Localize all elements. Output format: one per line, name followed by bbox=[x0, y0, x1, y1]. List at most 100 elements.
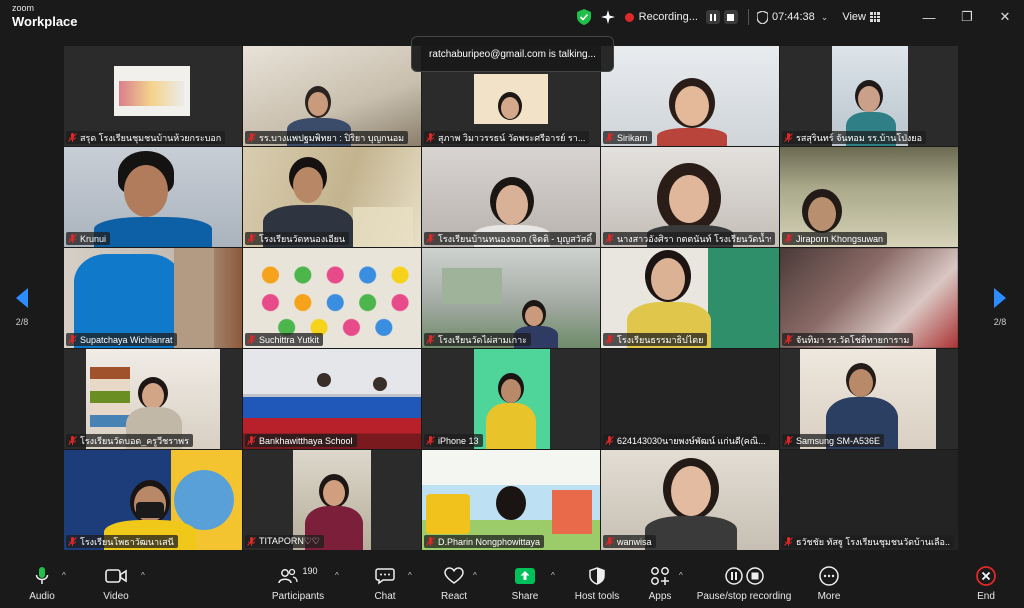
title-bar: zoom Workplace Recording... 07:44:38 ⌄ V… bbox=[0, 0, 1024, 34]
participant-tile[interactable]: รสสุรินทร์ จันทอม รร.บ้านโป่งยอ bbox=[780, 46, 958, 146]
meeting-toolbar: Audio ^ Video ^ 190 Participants ^ Chat … bbox=[0, 561, 1024, 608]
video-options-chevron-icon[interactable]: ^ bbox=[141, 571, 145, 580]
microphone-icon bbox=[35, 567, 49, 584]
muted-mic-icon bbox=[784, 537, 793, 546]
audio-label: Audio bbox=[29, 591, 55, 602]
arrow-left-icon[interactable] bbox=[16, 288, 28, 308]
participant-tile[interactable]: Sirikarn bbox=[601, 46, 779, 146]
previous-page[interactable]: 2/8 bbox=[8, 288, 36, 327]
muted-mic-icon bbox=[784, 335, 793, 344]
page-indicator-right: 2/8 bbox=[993, 317, 1007, 327]
restore-button[interactable]: ❐ bbox=[948, 0, 986, 34]
participant-tile[interactable]: นางสาวอังศิรา กตตนันท์ โรงเรียนวัดน้ำพุ bbox=[601, 147, 779, 247]
end-label: End bbox=[977, 591, 995, 602]
host-tools-button[interactable]: Host tools bbox=[571, 565, 623, 605]
participant-tile[interactable]: Samsung SM-A536E bbox=[780, 349, 958, 449]
participant-tile[interactable]: โรงเรียนโพธาวัฒนาเสนี bbox=[64, 450, 242, 550]
shield-icon bbox=[756, 10, 768, 24]
end-meeting-button[interactable]: End bbox=[971, 565, 1001, 605]
participant-tile[interactable]: โรงเรียนบ้านหนองจอก (จิตติ - บุญสวัสดิ์) bbox=[422, 147, 600, 247]
participant-name: Samsung SM-A536E bbox=[796, 435, 881, 446]
chat-options-chevron-icon[interactable]: ^ bbox=[408, 571, 412, 580]
participant-tile[interactable]: ธวัชชัย ทัสฐู โรงเรียนชุมชนวัดบ้านเลือ..… bbox=[780, 450, 958, 550]
share-button[interactable]: Share bbox=[509, 565, 541, 605]
react-button[interactable]: React bbox=[438, 565, 470, 605]
close-button[interactable]: ✕ bbox=[986, 0, 1024, 34]
video-button[interactable]: Video bbox=[100, 565, 132, 605]
muted-mic-icon bbox=[247, 537, 256, 546]
participant-tile[interactable]: โรงเรียนวัดหนองเอียน bbox=[243, 147, 421, 247]
participant-tile[interactable]: โรงเรียนธรรมาธิปไตย bbox=[601, 248, 779, 348]
pause-recording-icon bbox=[724, 567, 743, 585]
participant-tile[interactable]: โรงเรียนวัดไผ่สามเกาะ bbox=[422, 248, 600, 348]
participant-tile[interactable]: wanwisa bbox=[601, 450, 779, 550]
more-label: More bbox=[817, 591, 841, 602]
view-button[interactable]: View bbox=[842, 11, 866, 23]
more-ellipsis-icon bbox=[819, 566, 839, 586]
pause-recording-button[interactable] bbox=[705, 10, 720, 24]
next-page[interactable]: 2/8 bbox=[986, 288, 1014, 327]
chat-label: Chat bbox=[374, 591, 396, 602]
participant-tile[interactable]: Suchittra Yutkit bbox=[243, 248, 421, 348]
participant-tile[interactable]: Jiraporn Khongsuwan bbox=[780, 147, 958, 247]
participants-options-chevron-icon[interactable]: ^ bbox=[335, 571, 339, 580]
participant-tile[interactable]: Bankhawitthaya School bbox=[243, 349, 421, 449]
participant-name: โรงเรียนวัดไผ่สามเกาะ bbox=[438, 334, 527, 345]
participant-tile[interactable]: สรุด โรงเรียนชุมชนบ้านห้วยกระบอก bbox=[64, 46, 242, 146]
participant-tile[interactable]: Krunui bbox=[64, 147, 242, 247]
participants-label: Participants bbox=[271, 591, 325, 602]
chat-button[interactable]: Chat bbox=[370, 565, 400, 605]
arrow-right-icon[interactable] bbox=[994, 288, 1006, 308]
participant-tile[interactable]: รร.บางแพปฐมพิทยา : ปิริยา บุญกนอม bbox=[243, 46, 421, 146]
meeting-timer: 07:44:38 bbox=[771, 11, 815, 23]
encryption-shield-icon[interactable] bbox=[576, 9, 591, 25]
audio-options-chevron-icon[interactable]: ^ bbox=[62, 571, 66, 580]
participant-name: สรุด โรงเรียนชุมชนบ้านห้วยกระบอก bbox=[80, 132, 222, 143]
ai-companion-icon[interactable] bbox=[600, 10, 615, 24]
share-options-chevron-icon[interactable]: ^ bbox=[551, 571, 555, 580]
divider bbox=[747, 9, 749, 25]
video-camera-icon bbox=[105, 569, 127, 583]
muted-mic-icon bbox=[426, 436, 435, 445]
participant-tile[interactable]: โรงเรียนวัดบอด_ครูวีชราพร bbox=[64, 349, 242, 449]
muted-mic-icon bbox=[68, 436, 77, 445]
muted-mic-icon bbox=[247, 436, 256, 445]
participant-tile[interactable]: D.Pharin Nongphowittaya bbox=[422, 450, 600, 550]
participant-name: Bankhawitthaya School bbox=[259, 435, 353, 446]
chat-icon bbox=[375, 568, 395, 585]
participant-tile[interactable]: iPhone 13 bbox=[422, 349, 600, 449]
participant-name: โรงเรียนธรรมาธิปไตย bbox=[617, 334, 704, 345]
participants-button[interactable]: 190 Participants bbox=[270, 565, 326, 605]
recording-controls-label: Pause/stop recording bbox=[696, 591, 792, 602]
participant-tile[interactable]: 624143030นายพงษ์พัฒน์ แก่นดี(คณิ... bbox=[601, 349, 779, 449]
muted-mic-icon bbox=[784, 234, 793, 243]
share-screen-icon bbox=[515, 568, 535, 584]
muted-mic-icon bbox=[784, 133, 793, 142]
pause-stop-recording-button[interactable]: Pause/stop recording bbox=[697, 565, 791, 605]
video-gallery: สรุด โรงเรียนชุมชนบ้านห้วยกระบอก รร.บางแ… bbox=[64, 46, 960, 551]
gallery-grid-icon[interactable] bbox=[870, 12, 880, 22]
muted-mic-icon bbox=[68, 133, 77, 142]
participant-name: wanwisa bbox=[617, 536, 652, 547]
muted-mic-icon bbox=[426, 234, 435, 243]
participant-name: Supatchaya Wichianrat bbox=[80, 334, 173, 345]
participant-name: Jiraporn Khongsuwan bbox=[796, 233, 884, 244]
minimize-button[interactable]: — bbox=[910, 0, 948, 34]
chevron-down-icon[interactable]: ⌄ bbox=[821, 12, 829, 23]
participant-tile[interactable]: จันทิมา รร.วัดโชติทายการาม bbox=[780, 248, 958, 348]
stop-recording-icon bbox=[745, 567, 764, 585]
participant-tile[interactable]: Supatchaya Wichianrat bbox=[64, 248, 242, 348]
audio-button[interactable]: Audio bbox=[26, 565, 58, 605]
active-speaker-notification: ratchaburipeo@gmail.com is talking... bbox=[411, 36, 614, 72]
participant-name: โรงเรียนวัดบอด_ครูวีชราพร bbox=[80, 435, 189, 446]
stop-recording-button[interactable] bbox=[723, 10, 738, 24]
page-indicator-left: 2/8 bbox=[15, 317, 29, 327]
react-options-chevron-icon[interactable]: ^ bbox=[473, 571, 477, 580]
participant-name: D.Pharin Nongphowittaya bbox=[438, 536, 541, 547]
apps-options-chevron-icon[interactable]: ^ bbox=[679, 571, 683, 580]
apps-button[interactable]: Apps bbox=[646, 565, 674, 605]
more-button[interactable]: More bbox=[814, 565, 844, 605]
recording-indicator-icon bbox=[624, 12, 634, 22]
participant-tile[interactable]: TITAPORN♡♡ bbox=[243, 450, 421, 550]
muted-mic-icon bbox=[68, 335, 77, 344]
